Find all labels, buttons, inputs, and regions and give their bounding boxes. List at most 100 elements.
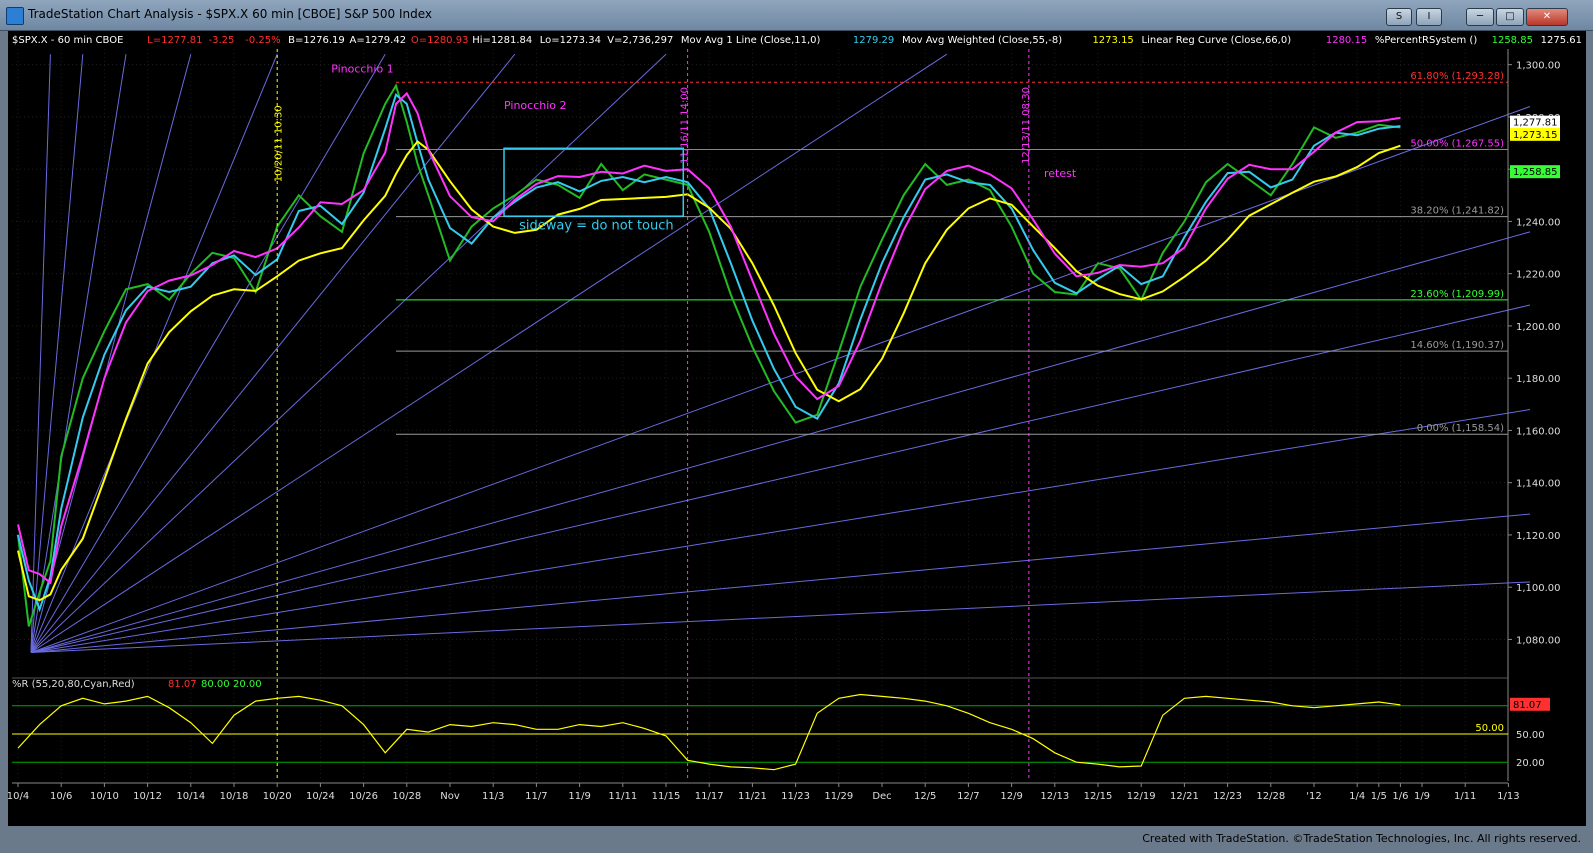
header-value-5: A=1279.42 — [350, 35, 407, 46]
chart-annotation: retest — [1044, 167, 1077, 180]
minimize-button[interactable]: ─ — [1466, 8, 1494, 26]
indicator-value-red: 81.07 — [168, 679, 197, 690]
chart-annotation: sideway = do not touch — [519, 218, 674, 233]
price-tick-label: 1,100.00 — [1516, 583, 1561, 594]
date-tick-label: 12/15 — [1084, 791, 1113, 802]
header-value-18: 1275.61 — [1541, 35, 1582, 46]
price-tag-label: 1,258.85 — [1513, 167, 1558, 178]
price-tick-label: 1,200.00 — [1516, 322, 1561, 333]
chart-area[interactable]: $SPX.X - 60 min CBOE L=1277.81 -3.25 -0.25%… — [7, 31, 1593, 826]
date-tick-label: 12/13 — [1040, 791, 1069, 802]
header-value-1: L=1277.81 — [147, 35, 202, 46]
date-tick-label: 12/7 — [957, 791, 979, 802]
indicator-title: %R (55,20,80,Cyan,Red) — [12, 679, 135, 690]
header-value-7: Hi=1281.84 — [472, 35, 532, 46]
price-chart-svg[interactable]: $SPX.X - 60 min CBOE L=1277.81 -3.25 -0.25%… — [7, 31, 1593, 826]
date-tick-label: Dec — [872, 791, 891, 802]
date-tick-label: 1/11 — [1454, 791, 1476, 802]
date-tick-label: 12/9 — [1000, 791, 1022, 802]
date-tick-label: 12/5 — [914, 791, 936, 802]
date-tick-label: 11/17 — [695, 791, 724, 802]
fib-label: 61.80% (1,293.28) — [1410, 71, 1504, 82]
status-bar: Created with TradeStation. ©TradeStation… — [0, 826, 1593, 853]
date-tick-label: 10/12 — [133, 791, 162, 802]
fib-label: 50.00% (1,267.55) — [1410, 138, 1504, 149]
date-tick-label: 11/11 — [608, 791, 637, 802]
date-tick-label: 10/26 — [349, 791, 378, 802]
header-value-3: -0.25% — [245, 35, 280, 46]
date-tick-label: 12/23 — [1213, 791, 1242, 802]
indicator-tag-label: 81.07 — [1513, 700, 1542, 711]
date-tick-label: Nov — [440, 791, 460, 802]
date-tick-label: 10/14 — [176, 791, 205, 802]
price-tick-label: 1,160.00 — [1516, 426, 1561, 437]
date-tick-label: 11/7 — [525, 791, 547, 802]
header-value-16: %PercentRSystem () — [1375, 35, 1477, 46]
date-tick-label: 1/4 — [1349, 791, 1365, 802]
date-tick-label: 10/10 — [90, 791, 119, 802]
header-value-4: B=1276.19 — [288, 35, 345, 46]
date-tick-label: 10/18 — [220, 791, 249, 802]
header-value-15: 1280.15 — [1326, 35, 1367, 46]
header-value-6: O=1280.93 — [411, 35, 469, 46]
date-tick-label: 11/9 — [568, 791, 590, 802]
chart-header-values: $SPX.X - 60 min CBOE L=1277.81 -3.25 -0.25%… — [12, 35, 1593, 46]
header-value-12: Mov Avg Weighted (Close,55,-8) — [902, 35, 1062, 46]
chart-annotation: 12/13/11 08:30 — [1021, 87, 1032, 164]
price-tick-label: 1,180.00 — [1516, 374, 1561, 385]
symbol-link-button[interactable]: S — [1386, 8, 1412, 26]
tradestation-credit: Created with TradeStation. ©TradeStation… — [1142, 832, 1581, 845]
date-tick-label: 10/6 — [50, 791, 72, 802]
tradestation-app-icon — [6, 7, 24, 25]
chart-annotation: 11/16/11 14:00 — [680, 87, 691, 164]
header-value-17: 1258.85 — [1492, 35, 1533, 46]
date-tick-label: '12 — [1306, 791, 1321, 802]
price-tick-label: 1,140.00 — [1516, 479, 1561, 490]
date-tick-label: 11/21 — [738, 791, 767, 802]
header-value-11: 1279.29 — [853, 35, 894, 46]
price-tick-label: 1,220.00 — [1516, 270, 1561, 281]
header-value-2: -3.25 — [209, 35, 235, 46]
date-tick-label: 10/4 — [8, 791, 29, 802]
info-button[interactable]: I — [1416, 8, 1442, 26]
title-bar: TradeStation Chart Analysis - $SPX.X 60 … — [0, 0, 1593, 31]
date-tick-label: 12/21 — [1170, 791, 1199, 802]
header-value-0: $SPX.X - 60 min CBOE — [12, 35, 123, 46]
price-tag-label: 1,273.15 — [1513, 130, 1558, 141]
indicator-value-80: 80.00 — [201, 679, 230, 690]
date-tick-label: 10/28 — [392, 791, 421, 802]
date-tick-label: 1/5 — [1371, 791, 1387, 802]
fib-label: 38.20% (1,241.82) — [1410, 206, 1504, 217]
date-tick-label: 12/28 — [1256, 791, 1285, 802]
date-tick-label: 1/13 — [1497, 791, 1519, 802]
date-tick-label: 11/3 — [482, 791, 504, 802]
price-tick-label: 1,080.00 — [1516, 635, 1561, 646]
close-button[interactable]: ✕ — [1526, 8, 1568, 26]
header-value-9: V=2,736,297 — [607, 35, 673, 46]
date-tick-label: 11/29 — [824, 791, 853, 802]
date-tick-label: 11/15 — [652, 791, 681, 802]
date-tick-label: 1/6 — [1392, 791, 1408, 802]
indicator-tick-label: 20.00 — [1516, 758, 1545, 769]
window-title: TradeStation Chart Analysis - $SPX.X 60 … — [28, 7, 432, 21]
fib-label: 23.60% (1,209.99) — [1410, 289, 1504, 300]
chart-annotation: 10/20/11 10:30 — [274, 105, 285, 182]
date-tick-label: 11/23 — [781, 791, 810, 802]
price-tick-label: 1,120.00 — [1516, 531, 1561, 542]
price-tag-label: 1,277.81 — [1513, 118, 1558, 129]
date-tick-label: 10/20 — [263, 791, 292, 802]
fib-label: 14.60% (1,190.37) — [1410, 340, 1504, 351]
chart-annotation: Pinocchio 2 — [504, 99, 567, 112]
date-tick-label: 12/19 — [1127, 791, 1156, 802]
header-value-14: Linear Reg Curve (Close,66,0) — [1142, 35, 1292, 46]
header-value-10: Mov Avg 1 Line (Close,11,0) — [681, 35, 821, 46]
fib-label: 0.00% (1,158.54) — [1417, 423, 1504, 434]
chart-annotation: Pinocchio 1 — [331, 63, 394, 76]
level-50-label: 50.00 — [1475, 723, 1504, 734]
date-tick-label: 1/9 — [1414, 791, 1430, 802]
price-tick-label: 1,240.00 — [1516, 217, 1561, 228]
indicator-value-20: 20.00 — [233, 679, 262, 690]
header-value-13: 1273.15 — [1092, 35, 1133, 46]
price-tick-label: 1,300.00 — [1516, 61, 1561, 72]
maximize-button[interactable]: □ — [1496, 8, 1524, 26]
